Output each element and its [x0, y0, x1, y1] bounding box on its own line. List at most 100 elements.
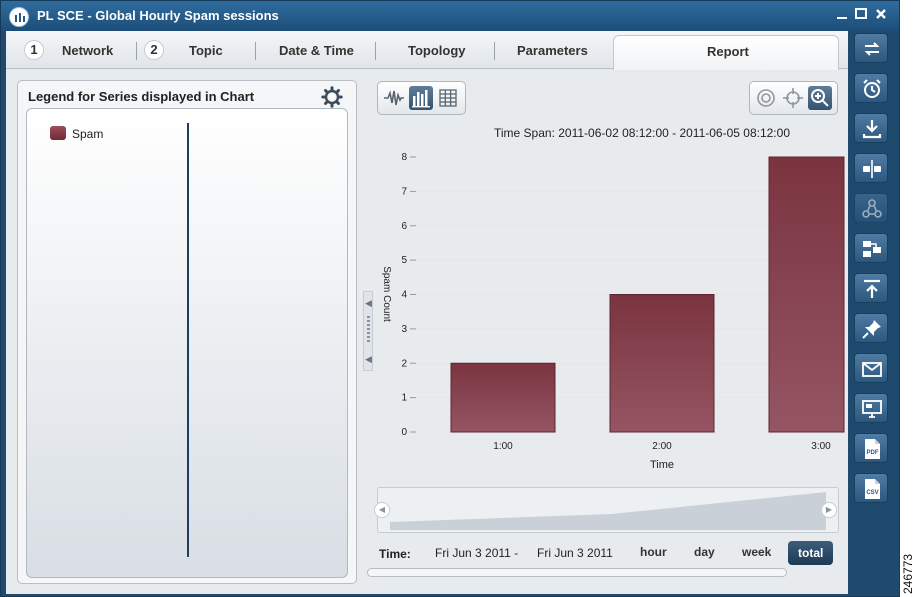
chart-panel: Time Span: 2011-06-02 08:12:00 - 2011-06…: [367, 73, 845, 594]
legend-list: Spam: [26, 108, 348, 578]
y-tick-label: 5: [401, 255, 407, 266]
panel-splitter[interactable]: ◀ ◀: [363, 291, 373, 371]
maximize-button[interactable]: [854, 7, 868, 21]
range-total-button[interactable]: total: [788, 541, 834, 565]
table-grid-icon[interactable]: [436, 86, 460, 110]
bar-200: [609, 294, 715, 433]
tab-label: Date & Time: [279, 43, 354, 58]
chart-title: Time Span: 2011-06-02 08:12:00 - 2011-06…: [494, 126, 790, 140]
action-toolbar: PDF CSV: [850, 31, 895, 594]
tab-topology[interactable]: Topology: [381, 31, 493, 69]
range-week-button[interactable]: week: [742, 545, 771, 559]
target-icon[interactable]: [754, 86, 778, 110]
wizard-tabs: 1 Network 2 Topic Date & Time Topology P…: [6, 31, 848, 70]
download-icon: [862, 120, 882, 139]
time-overview[interactable]: ◀ ▶: [374, 487, 839, 533]
pdf-icon: PDF: [865, 439, 880, 459]
app-logo-icon: [9, 7, 29, 27]
chart-canvas: 0 1 2 3 4 5 6 7 8 1:00 2:00 3:00 Time Spam Count: [381, 152, 845, 471]
y-tick-label: 1: [401, 393, 407, 404]
tab-label: Parameters: [517, 43, 588, 58]
bar-300: [768, 156, 845, 433]
y-tick-label: 3: [401, 324, 407, 335]
y-tick-label: 2: [401, 358, 407, 369]
y-tick-label: 0: [401, 427, 407, 438]
mail-icon: [862, 362, 882, 377]
legend-item-spam[interactable]: Spam: [72, 127, 103, 141]
svg-text:CSV: CSV: [866, 490, 878, 496]
legend-divider: [187, 123, 189, 557]
y-tick-label: 4: [401, 290, 407, 301]
zoom-toolbar: [749, 81, 838, 115]
pin-icon: [862, 320, 881, 339]
tab-label: Topology: [408, 43, 466, 58]
layout-blocks-icon: [863, 241, 881, 257]
tab-label: Report: [707, 44, 749, 59]
refresh-icon: [864, 42, 880, 56]
email-button[interactable]: [854, 353, 888, 383]
export-pdf-button[interactable]: PDF: [854, 433, 888, 463]
scroll-left-icon[interactable]: ◀: [374, 502, 390, 518]
split-icon: [863, 160, 881, 178]
bar-100: [450, 362, 556, 433]
overview-area-graph: [390, 492, 826, 530]
x-axis-label: Time: [650, 459, 674, 471]
scroll-right-icon[interactable]: ▶: [821, 502, 837, 518]
application-window: PL SCE - Global Hourly Spam sessions 1 N…: [0, 0, 900, 597]
topology-button[interactable]: [854, 193, 888, 223]
tab-step-number: 1: [24, 40, 44, 60]
collapse-left-icon[interactable]: ◀: [365, 298, 372, 309]
crosshair-icon[interactable]: [781, 86, 805, 110]
split-button[interactable]: [854, 153, 888, 183]
download-button[interactable]: [854, 113, 888, 143]
tab-divider: [255, 42, 256, 60]
y-axis-label: Spam Count: [381, 266, 392, 322]
tab-label: Network: [62, 43, 114, 58]
tab-parameters[interactable]: Parameters: [500, 31, 612, 69]
chart-labels: 0 1 2 3 4 5 6 7 8 1:00 2:00 3:00 Time Spam Count: [381, 152, 831, 471]
time-from: Fri Jun 3 2011 -: [435, 546, 519, 560]
view-toolbar: [377, 81, 466, 115]
pin-button[interactable]: [854, 313, 888, 343]
x-tick-label: 3:00: [811, 441, 831, 452]
range-hour-button[interactable]: hour: [640, 545, 667, 559]
tab-divider: [494, 42, 495, 60]
tab-date-time[interactable]: Date & Time: [261, 31, 373, 69]
waveform-icon[interactable]: [382, 86, 406, 110]
time-to: Fri Jun 3 2011: [537, 546, 613, 560]
tab-topic[interactable]: 2 Topic: [142, 31, 252, 69]
figure-code-text: 246773: [901, 553, 915, 594]
tab-report[interactable]: Report: [613, 35, 839, 70]
y-tick-label: 6: [401, 221, 407, 232]
upload-icon: [864, 279, 880, 298]
window-title: PL SCE - Global Hourly Spam sessions: [37, 8, 279, 23]
main-area: 1 Network 2 Topic Date & Time Topology P…: [6, 31, 848, 594]
collapse-left-icon[interactable]: ◀: [365, 354, 372, 365]
upload-button[interactable]: [854, 273, 888, 303]
refresh-button[interactable]: [854, 33, 888, 63]
layout-button[interactable]: [854, 233, 888, 263]
time-range-bar: Time: Fri Jun 3 2011 - Fri Jun 3 2011 ho…: [376, 541, 844, 567]
legend-panel-title: Legend for Series displayed in Chart: [28, 89, 255, 104]
close-button[interactable]: [874, 7, 888, 21]
x-tick-label: 1:00: [493, 441, 513, 452]
zoom-in-icon[interactable]: [808, 86, 832, 110]
export-csv-button[interactable]: CSV: [854, 473, 888, 503]
horizontal-scrollbar[interactable]: [367, 568, 787, 577]
tab-step-number: 2: [144, 40, 164, 60]
y-tick-label: 8: [401, 152, 407, 163]
range-day-button[interactable]: day: [694, 545, 715, 559]
minimize-button[interactable]: [835, 7, 849, 21]
figure-code: 246773: [899, 538, 917, 594]
schedule-button[interactable]: [854, 73, 888, 103]
bar-chart-icon[interactable]: [409, 86, 433, 110]
tab-divider: [375, 42, 376, 60]
splitter-grip[interactable]: [367, 316, 370, 344]
time-label: Time:: [379, 547, 411, 561]
legend-swatch-spam: [50, 126, 66, 140]
csv-icon: CSV: [865, 479, 880, 499]
title-bar: PL SCE - Global Hourly Spam sessions: [1, 1, 899, 31]
gear-icon[interactable]: [321, 86, 343, 108]
tab-network[interactable]: 1 Network: [22, 31, 134, 69]
display-button[interactable]: [854, 393, 888, 423]
